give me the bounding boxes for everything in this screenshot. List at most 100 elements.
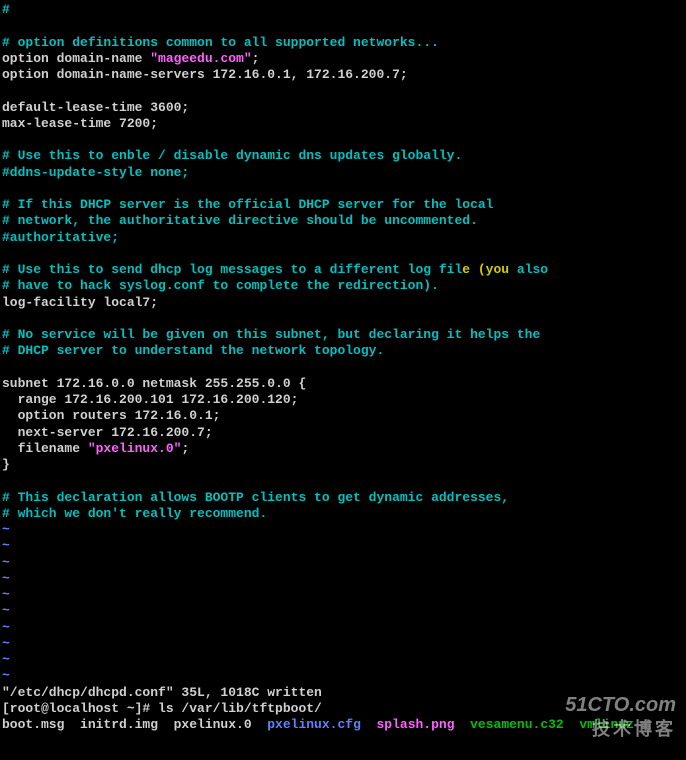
text-segment: "/etc/dhcp/dhcpd.conf" 35L, 1018C writte… [2,685,322,700]
terminal-line: subnet 172.16.0.0 netmask 255.255.0.0 { [2,376,684,392]
terminal-line [2,473,684,489]
text-segment [2,181,10,196]
text-segment: ~ [2,636,10,651]
terminal-line: # [2,2,684,18]
text-segment: default-lease-time 3600; [2,100,189,115]
terminal-line: option domain-name "mageedu.com"; [2,51,684,67]
text-segment: "pxelinux.0" [88,441,182,456]
terminal-line: # option definitions common to all suppo… [2,35,684,51]
terminal-line: ~ [2,587,684,603]
terminal-line: ~ [2,571,684,587]
terminal-line: #ddns-update-style none; [2,165,684,181]
text-segment: # No service will be given on this subne… [2,327,540,342]
terminal-line: max-lease-time 7200; [2,116,684,132]
text-segment [2,311,10,326]
text-segment: vmlinuz [579,717,634,732]
terminal-line: boot.msg initrd.img pxelinux.0 pxelinux.… [2,717,684,733]
text-segment: ~ [2,538,10,553]
text-segment: #ddns-update-style none; [2,165,189,180]
text-segment: filename [2,441,88,456]
text-segment: vesamenu.c32 [470,717,564,732]
text-segment: ~ [2,603,10,618]
text-segment: ~ [2,587,10,602]
text-segment: next-server 172.16.200.7; [2,425,213,440]
terminal-line [2,311,684,327]
text-segment [2,132,10,147]
terminal-line: ~ [2,668,684,684]
terminal-line [2,360,684,376]
text-segment: # [2,2,10,17]
text-segment: # have to hack syslog.conf to complete t… [2,278,439,293]
text-segment: boot.msg initrd.img pxelinux.0 [2,717,267,732]
text-segment [2,246,10,261]
text-segment: ~ [2,571,10,586]
text-segment: # This declaration allows BOOTP clients … [2,490,509,505]
text-segment: ~ [2,522,10,537]
terminal-line: ~ [2,522,684,538]
text-segment: log-facility local7; [2,295,158,310]
text-segment: "mageedu.com" [150,51,251,66]
text-segment: # DHCP server to understand the network … [2,343,384,358]
text-segment: ; [181,441,189,456]
terminal-line: ~ [2,636,684,652]
text-segment: option domain-name [2,51,150,66]
terminal-line [2,246,684,262]
terminal-line [2,132,684,148]
terminal-line: } [2,457,684,473]
text-segment: ~ [2,652,10,667]
text-segment: ls /var/lib/tftpboot/ [158,701,322,716]
text-segment [564,717,580,732]
terminal-line: # This declaration allows BOOTP clients … [2,490,684,506]
text-segment: # network, the authoritative directive s… [2,213,478,228]
terminal-line: ~ [2,555,684,571]
terminal-line: #authoritative; [2,230,684,246]
text-segment: #authoritative; [2,230,119,245]
text-segment: [root@localhost ~]# [2,701,158,716]
text-segment: max-lease-time 7200; [2,116,158,131]
text-segment: ~ [2,555,10,570]
text-segment: ; [252,51,260,66]
terminal-line: # which we don't really recommend. [2,506,684,522]
terminal-line: # DHCP server to understand the network … [2,343,684,359]
text-segment: ~ [2,668,10,683]
terminal-output[interactable]: # # option definitions common to all sup… [0,0,686,735]
terminal-line: option routers 172.16.0.1; [2,408,684,424]
terminal-line [2,18,684,34]
terminal-line: ~ [2,620,684,636]
terminal-line: ~ [2,652,684,668]
text-segment [2,360,10,375]
terminal-line: # Use this to enble / disable dynamic dn… [2,148,684,164]
terminal-line: filename "pxelinux.0"; [2,441,684,457]
text-segment [361,717,377,732]
text-segment: also [509,262,548,277]
terminal-line: next-server 172.16.200.7; [2,425,684,441]
text-segment: option routers 172.16.0.1; [2,408,220,423]
text-segment: # option definitions common to all suppo… [2,35,439,50]
terminal-line: log-facility local7; [2,295,684,311]
terminal-line: # If this DHCP server is the official DH… [2,197,684,213]
terminal-line: # Use this to send dhcp log messages to … [2,262,684,278]
text-segment: # Use this to enble / disable dynamic dn… [2,148,462,163]
terminal-line [2,181,684,197]
text-segment [455,717,471,732]
text-segment: } [2,457,10,472]
terminal-line: default-lease-time 3600; [2,100,684,116]
terminal-line: ~ [2,538,684,554]
text-segment: # Use this to send dhcp log messages to … [2,262,462,277]
text-segment [2,473,10,488]
terminal-line: option domain-name-servers 172.16.0.1, 1… [2,67,684,83]
text-segment: ~ [2,620,10,635]
terminal-line: "/etc/dhcp/dhcpd.conf" 35L, 1018C writte… [2,685,684,701]
terminal-line: # No service will be given on this subne… [2,327,684,343]
terminal-line: # network, the authoritative directive s… [2,213,684,229]
text-segment: subnet 172.16.0.0 netmask 255.255.0.0 { [2,376,306,391]
text-segment: range 172.16.200.101 172.16.200.120; [2,392,298,407]
text-segment: option domain-name-servers 172.16.0.1, 1… [2,67,408,82]
terminal-line: # have to hack syslog.conf to complete t… [2,278,684,294]
text-segment [2,18,10,33]
terminal-line [2,83,684,99]
text-segment: # If this DHCP server is the official DH… [2,197,493,212]
terminal-line: [root@localhost ~]# ls /var/lib/tftpboot… [2,701,684,717]
text-segment: pxelinux.cfg [267,717,361,732]
terminal-line: range 172.16.200.101 172.16.200.120; [2,392,684,408]
